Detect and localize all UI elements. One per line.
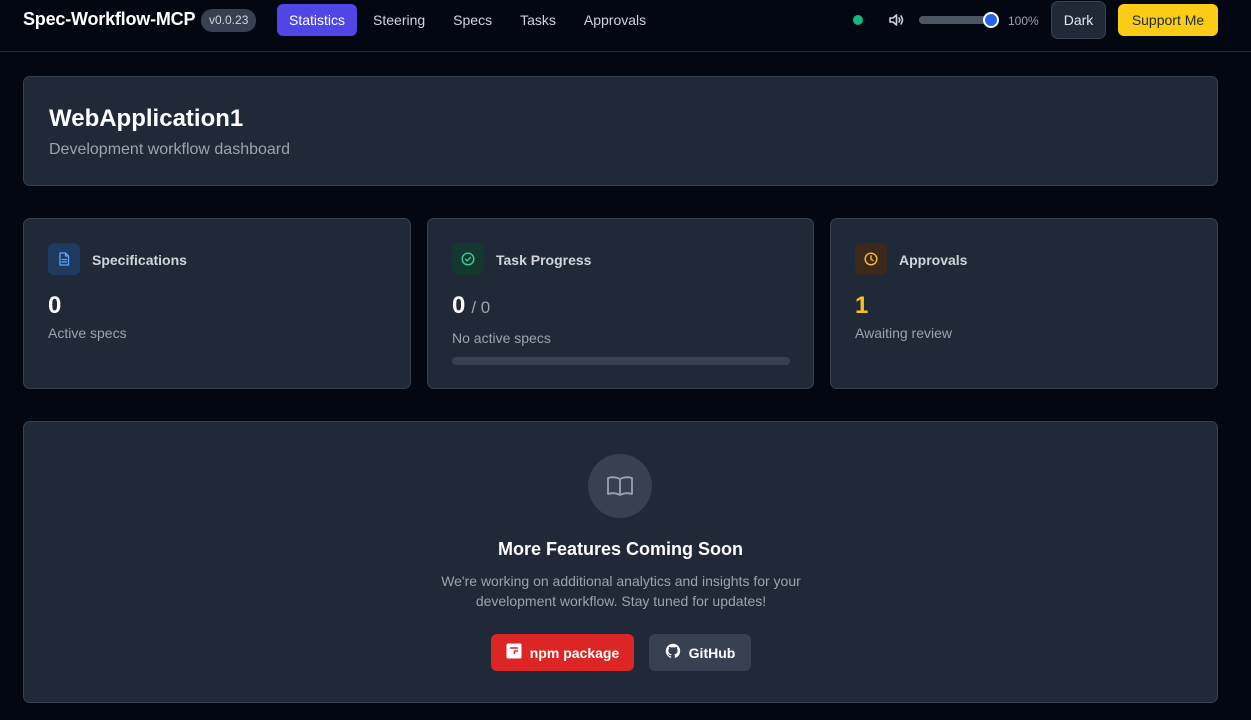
stat-value: 1: [855, 292, 869, 319]
zoom-level: 100%: [1008, 14, 1039, 28]
task-progress-bar: [452, 357, 790, 365]
npm-icon: [506, 643, 522, 662]
tab-steering[interactable]: Steering: [361, 4, 437, 36]
support-me-button[interactable]: Support Me: [1118, 4, 1218, 36]
volume-slider[interactable]: [919, 12, 999, 28]
main-nav: Statistics Steering Specs Tasks Approval…: [277, 4, 658, 36]
project-subtitle: Development workflow dashboard: [49, 141, 291, 158]
github-icon: [665, 643, 681, 662]
check-circle-icon: [452, 243, 484, 275]
stat-title: Specifications: [92, 252, 187, 268]
description-line-2: development workflow. Stay tuned for upd…: [475, 593, 767, 609]
stat-title: Task Progress: [496, 252, 592, 268]
project-header-card: WebApplication1 Development workflow das…: [23, 76, 1218, 186]
project-title: WebApplication1: [49, 105, 244, 132]
stat-caption: Active specs: [48, 325, 127, 341]
github-button-label: GitHub: [688, 644, 736, 661]
theme-toggle-button[interactable]: Dark: [1051, 1, 1106, 39]
npm-package-button[interactable]: npm package: [491, 634, 634, 671]
stat-value: 0: [48, 292, 62, 319]
document-icon: [48, 243, 80, 275]
coming-soon-title: More Features Coming Soon: [497, 539, 744, 559]
github-button[interactable]: GitHub: [649, 634, 751, 671]
book-open-icon: [588, 454, 652, 518]
stat-value-total: / 0: [471, 298, 491, 317]
stat-caption: Awaiting review: [855, 325, 953, 341]
task-progress-card: Task Progress 0 / 0 No active specs: [427, 218, 814, 389]
top-navbar: Spec-Workflow-MCP v0.0.23 Statistics Ste…: [0, 0, 1251, 52]
specifications-card: Specifications 0 Active specs: [23, 218, 411, 389]
stat-caption: No active specs: [452, 330, 551, 346]
volume-icon[interactable]: [887, 11, 905, 29]
description-line-1: We're working on additional analytics an…: [441, 573, 801, 589]
approvals-card: Approvals 1 Awaiting review: [830, 218, 1218, 389]
clock-icon: [855, 243, 887, 275]
tab-approvals[interactable]: Approvals: [572, 4, 658, 36]
tab-tasks[interactable]: Tasks: [508, 4, 568, 36]
version-badge: v0.0.23: [201, 9, 257, 32]
tab-statistics[interactable]: Statistics: [277, 4, 358, 36]
connection-status-dot: [853, 15, 863, 25]
npm-button-label: npm package: [529, 644, 620, 661]
stat-title: Approvals: [899, 252, 968, 268]
stat-value-number: 0: [452, 292, 466, 319]
stat-value: 0 / 0: [452, 292, 490, 320]
tab-specs[interactable]: Specs: [441, 4, 504, 36]
coming-soon-card: More Features Coming Soon We're working …: [23, 421, 1218, 703]
coming-soon-description: We're working on additional analytics an…: [421, 571, 821, 611]
volume-slider-thumb[interactable]: [983, 12, 999, 28]
app-brand[interactable]: Spec-Workflow-MCP: [23, 9, 195, 30]
